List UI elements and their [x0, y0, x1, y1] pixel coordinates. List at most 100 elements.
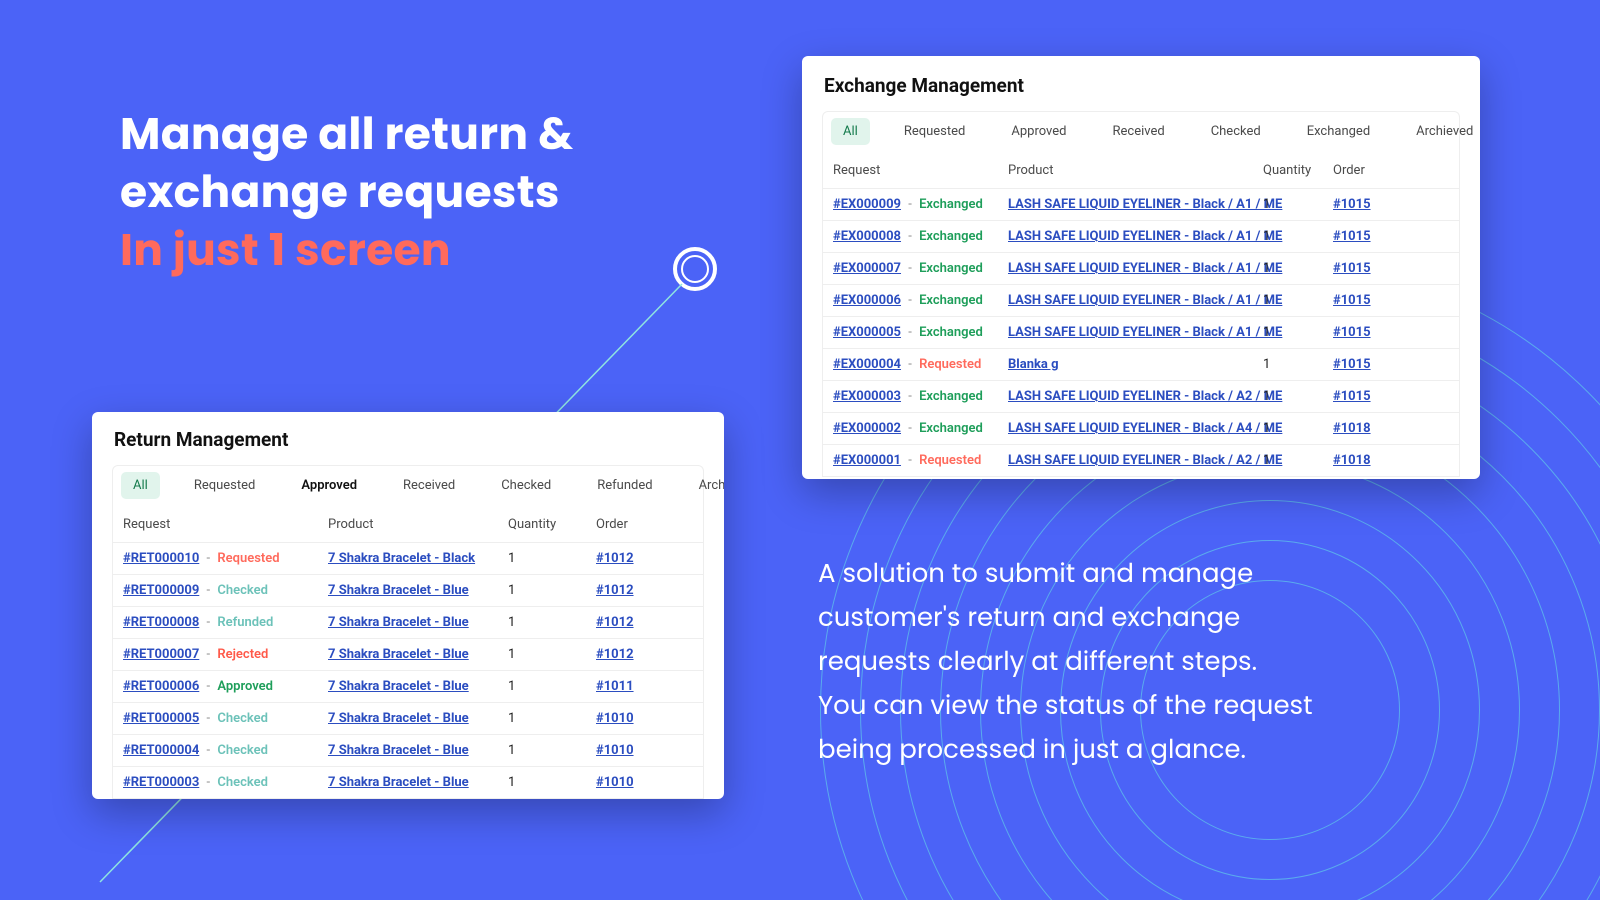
- status-badge: Exchanged: [919, 421, 983, 436]
- request-id-link[interactable]: #EX000002: [833, 421, 901, 436]
- order-link[interactable]: #1015: [1333, 229, 1371, 244]
- product-link[interactable]: 7 Shakra Bracelet - Blue: [328, 711, 469, 726]
- quantity-value: 1: [508, 743, 596, 758]
- order-link[interactable]: #1012: [596, 615, 634, 630]
- product-link[interactable]: LASH SAFE LIQUID EYELINER - Black / A1 /…: [1008, 197, 1282, 212]
- request-id-link[interactable]: #EX000001: [833, 453, 901, 468]
- tab-archieved[interactable]: Archieved: [687, 472, 724, 499]
- product-link[interactable]: 7 Shakra Bracelet - Blue: [328, 615, 469, 630]
- quantity-value: 1: [508, 551, 596, 566]
- tab-all[interactable]: All: [121, 472, 160, 499]
- order-link[interactable]: #1010: [596, 743, 634, 758]
- dash: -: [908, 197, 912, 212]
- product-link[interactable]: 7 Shakra Bracelet - Black: [328, 551, 475, 566]
- dash: -: [207, 775, 211, 790]
- request-id-link[interactable]: #EX000006: [833, 293, 901, 308]
- quantity-value: 1: [508, 775, 596, 790]
- product-link[interactable]: LASH SAFE LIQUID EYELINER - Black / A1 /…: [1008, 229, 1282, 244]
- order-link[interactable]: #1015: [1333, 325, 1371, 340]
- request-id-link[interactable]: #RET000003: [123, 775, 199, 790]
- product-link[interactable]: LASH SAFE LIQUID EYELINER - Black / A1 /…: [1008, 325, 1282, 340]
- table-row: #RET000010 - Requested7 Shakra Bracelet …: [112, 543, 704, 575]
- status-badge: Checked: [217, 583, 268, 598]
- desc-line: requests clearly at different steps.: [818, 640, 1478, 684]
- request-id-link[interactable]: #EX000008: [833, 229, 901, 244]
- table-row: #RET000009 - Checked 7 Shakra Bracelet - …: [112, 575, 704, 607]
- status-badge: Checked: [217, 711, 268, 726]
- quantity-value: 1: [1263, 453, 1333, 468]
- product-link[interactable]: LASH SAFE LIQUID EYELINER - Black / A1 /…: [1008, 293, 1282, 308]
- dash: -: [207, 743, 211, 758]
- tab-approved[interactable]: Approved: [289, 472, 369, 499]
- th-order: Order: [1333, 163, 1403, 178]
- request-id-link[interactable]: #EX000004: [833, 357, 901, 372]
- product-link[interactable]: 7 Shakra Bracelet - Blue: [328, 647, 469, 662]
- order-link[interactable]: #1018: [1333, 421, 1371, 436]
- product-link[interactable]: LASH SAFE LIQUID EYELINER - Black / A4 /…: [1008, 421, 1282, 436]
- th-order: Order: [596, 517, 668, 532]
- tab-received[interactable]: Received: [391, 472, 467, 499]
- tab-approved[interactable]: Approved: [999, 118, 1078, 145]
- request-id-link[interactable]: #EX000003: [833, 389, 901, 404]
- request-id-link[interactable]: #EX000009: [833, 197, 901, 212]
- product-link[interactable]: 7 Shakra Bracelet - Blue: [328, 775, 469, 790]
- status-badge: Checked: [217, 775, 268, 790]
- tab-exchanged[interactable]: Exchanged: [1295, 118, 1382, 145]
- quantity-value: 1: [1263, 389, 1333, 404]
- tab-checked[interactable]: Checked: [489, 472, 563, 499]
- product-link[interactable]: 7 Shakra Bracelet - Blue: [328, 679, 469, 694]
- dash: -: [207, 615, 211, 630]
- request-id-link[interactable]: #RET000007: [123, 647, 199, 662]
- request-id-link[interactable]: #EX000005: [833, 325, 901, 340]
- status-badge: Requested: [919, 357, 981, 372]
- desc-line: A solution to submit and manage: [818, 552, 1478, 596]
- request-id-link[interactable]: #RET000006: [123, 679, 199, 694]
- request-id-link[interactable]: #EX000007: [833, 261, 901, 276]
- quantity-value: 1: [1263, 325, 1333, 340]
- tab-checked[interactable]: Checked: [1199, 118, 1273, 145]
- status-badge: Exchanged: [919, 389, 983, 404]
- table-row: #RET000008 - Refunded 7 Shakra Bracelet -…: [112, 607, 704, 639]
- tab-requested[interactable]: Requested: [182, 472, 268, 499]
- request-id-link[interactable]: #RET000010: [123, 551, 199, 566]
- order-link[interactable]: #1015: [1333, 357, 1371, 372]
- request-id-link[interactable]: #RET000005: [123, 711, 199, 726]
- product-link[interactable]: 7 Shakra Bracelet - Blue: [328, 583, 469, 598]
- product-link[interactable]: LASH SAFE LIQUID EYELINER - Black / A2 /…: [1008, 453, 1282, 468]
- quantity-value: 1: [508, 583, 596, 598]
- order-link[interactable]: #1012: [596, 551, 634, 566]
- table-row: #EX000004 - RequestedBlanka g1#1015: [822, 349, 1460, 381]
- tab-archieved[interactable]: Archieved: [1404, 118, 1480, 145]
- return-tabbar: All Requested Approved Received Checked Refun…: [112, 465, 704, 505]
- order-link[interactable]: #1011: [596, 679, 634, 694]
- tab-refunded[interactable]: Refunded: [585, 472, 664, 499]
- order-link[interactable]: #1015: [1333, 261, 1371, 276]
- dash: -: [207, 583, 211, 598]
- return-panel: Return Management AllRequestedApprovedRe…: [92, 412, 724, 799]
- order-link[interactable]: #1015: [1333, 389, 1371, 404]
- order-link[interactable]: #1010: [596, 775, 634, 790]
- order-link[interactable]: #1010: [596, 711, 634, 726]
- product-link[interactable]: 7 Shakra Bracelet - Blue: [328, 743, 469, 758]
- product-link[interactable]: Blanka g: [1008, 357, 1059, 372]
- tab-requested[interactable]: Requested: [892, 118, 978, 145]
- tab-received[interactable]: Received: [1100, 118, 1176, 145]
- order-link[interactable]: #1015: [1333, 197, 1371, 212]
- quantity-value: 1: [508, 711, 596, 726]
- exchange-tabbar: All Requested Approved Received Checked Excha…: [822, 111, 1460, 151]
- table-row: #EX000005 - ExchangedLASH SAFE LIQUID EY…: [822, 317, 1460, 349]
- product-link[interactable]: LASH SAFE LIQUID EYELINER - Black / A1 /…: [1008, 261, 1282, 276]
- status-badge: Refunded: [217, 615, 273, 630]
- order-link[interactable]: #1018: [1333, 453, 1371, 468]
- return-table-body: #RET000010 - Requested7 Shakra Bracelet …: [112, 543, 704, 799]
- request-id-link[interactable]: #RET000004: [123, 743, 199, 758]
- request-id-link[interactable]: #RET000009: [123, 583, 199, 598]
- exchange-panel: Exchange Management AllRequestedApproved…: [802, 56, 1480, 479]
- desc-line: being processed in just a glance.: [818, 728, 1478, 772]
- product-link[interactable]: LASH SAFE LIQUID EYELINER - Black / A2 /…: [1008, 389, 1282, 404]
- order-link[interactable]: #1012: [596, 583, 634, 598]
- request-id-link[interactable]: #RET000008: [123, 615, 199, 630]
- tab-all[interactable]: All: [831, 118, 870, 145]
- order-link[interactable]: #1012: [596, 647, 634, 662]
- order-link[interactable]: #1015: [1333, 293, 1371, 308]
